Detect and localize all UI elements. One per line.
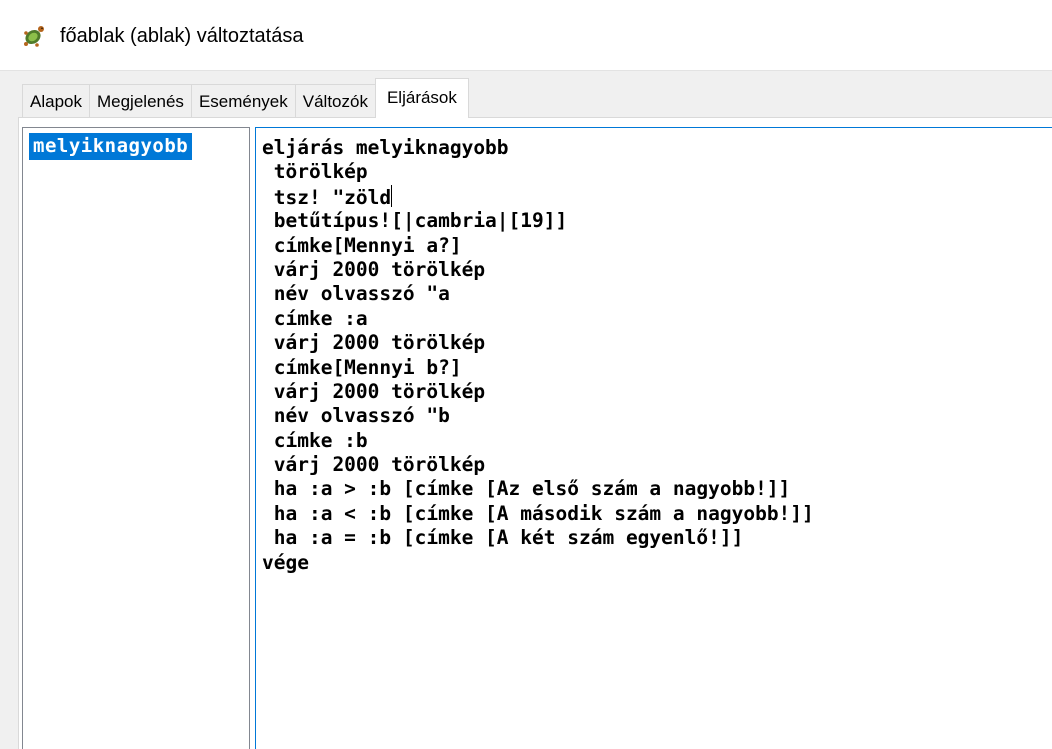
tab-strip: Alapok Megjelenés Események Változók Elj… [22, 78, 469, 118]
code-line[interactable]: ha :a > :b [címke [Az első szám a nagyob… [262, 477, 814, 501]
code-line[interactable]: címke[Mennyi b?] [262, 356, 814, 380]
procedure-list[interactable]: melyiknagyobb [22, 127, 250, 749]
turtle-app-icon [22, 24, 46, 48]
code-text[interactable]: eljárás melyiknagyobb törölkép tsz! "zöl… [262, 136, 814, 575]
tab-alapok[interactable]: Alapok [22, 84, 90, 118]
code-line[interactable]: törölkép [262, 160, 814, 184]
tab-eljarasok[interactable]: Eljárások [374, 78, 469, 118]
code-line[interactable]: ha :a < :b [címke [A második szám a nagy… [262, 502, 814, 526]
tab-valtozok[interactable]: Változók [294, 84, 376, 118]
code-line[interactable]: címke[Mennyi a?] [262, 234, 814, 258]
code-line[interactable]: címke :b [262, 429, 814, 453]
code-line[interactable]: címke :a [262, 307, 814, 331]
code-line[interactable]: eljárás melyiknagyobb [262, 136, 814, 160]
procedure-list-item[interactable]: melyiknagyobb [29, 133, 193, 160]
tab-esemenyek[interactable]: Események [190, 84, 296, 118]
code-line[interactable]: tsz! "zöld [262, 184, 814, 209]
code-editor[interactable]: eljárás melyiknagyobb törölkép tsz! "zöl… [255, 127, 1052, 749]
text-caret [391, 184, 393, 207]
tab-megjelenes[interactable]: Megjelenés [88, 84, 192, 118]
code-line[interactable]: név olvasszó "a [262, 282, 814, 306]
code-line[interactable]: várj 2000 törölkép [262, 380, 814, 404]
window-title: főablak (ablak) változtatása [60, 25, 304, 47]
code-line[interactable]: név olvasszó "b [262, 404, 814, 428]
code-line[interactable]: betűtípus![|cambria|[19]] [262, 209, 814, 233]
code-line[interactable]: várj 2000 törölkép [262, 258, 814, 282]
code-line[interactable]: ha :a = :b [címke [A két szám egyenlő!]] [262, 526, 814, 550]
procedure-editor-window: főablak (ablak) változtatása Alapok Megj… [0, 0, 1052, 749]
code-line[interactable]: várj 2000 törölkép [262, 453, 814, 477]
code-line[interactable]: vége [262, 551, 814, 575]
title-bar: főablak (ablak) változtatása [0, 0, 1052, 71]
code-line[interactable]: várj 2000 törölkép [262, 331, 814, 355]
